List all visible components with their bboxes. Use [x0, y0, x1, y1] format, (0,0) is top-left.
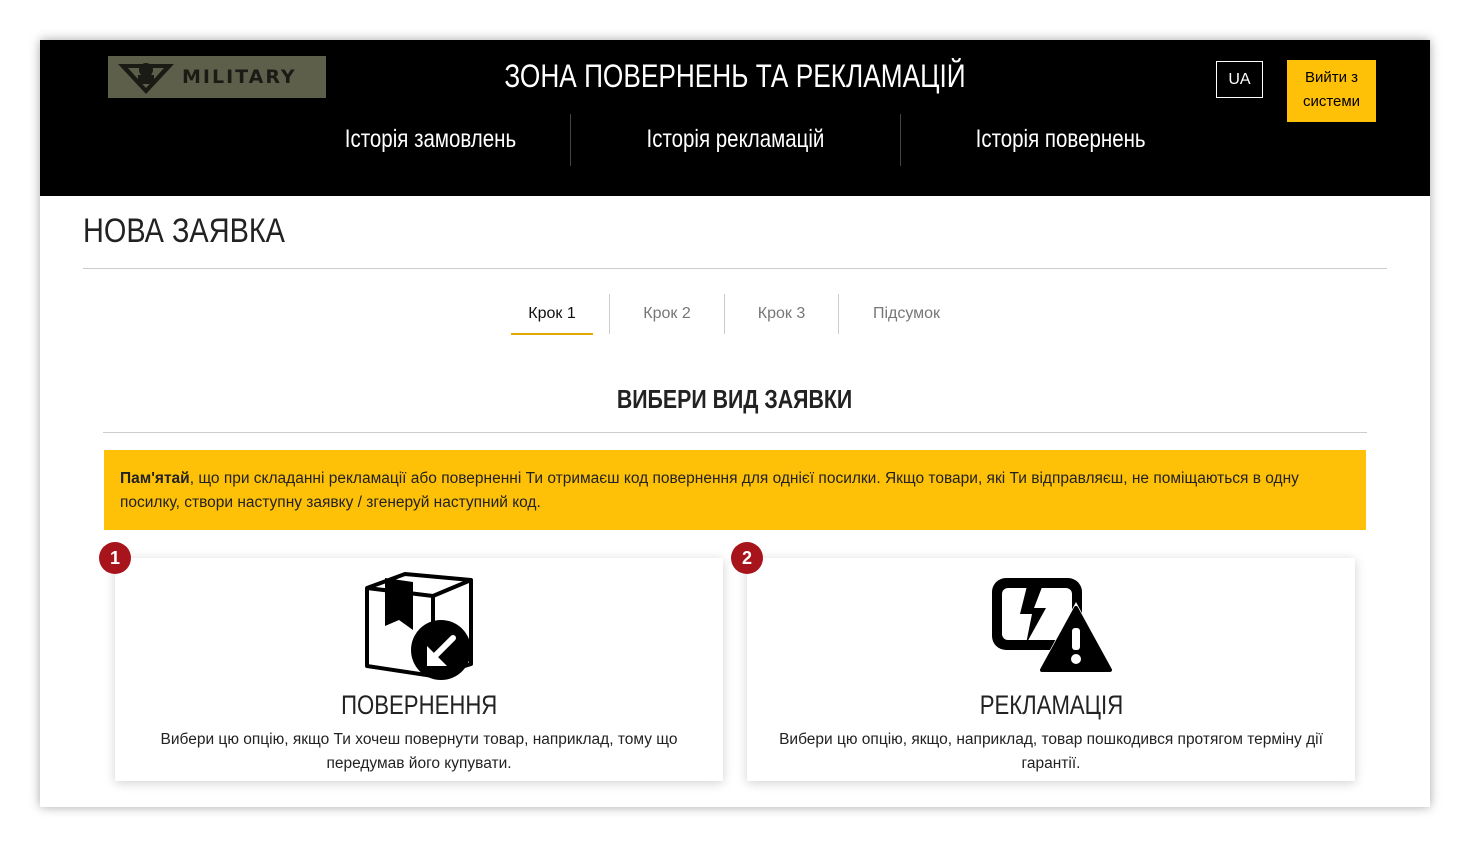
divider: [83, 268, 1387, 269]
section-title: ВИБЕРИ ВИД ЗАЯВКИ: [40, 384, 1430, 415]
card-description: Вибери цю опцію, якщо Ти хочеш повернути…: [160, 731, 678, 772]
page-title: НОВА ЗАЯВКА: [83, 212, 285, 250]
option-card-complaint[interactable]: РЕКЛАМАЦІЯ Вибери цю опцію, якщо, наприк…: [747, 558, 1355, 781]
card-title: ПОВЕРНЕННЯ: [115, 690, 723, 721]
section-title-text: ВИБЕРИ ВИД ЗАЯВКИ: [617, 384, 853, 414]
nav-item-label: Історія повернень: [976, 124, 1146, 153]
card-title: РЕКЛАМАЦІЯ: [747, 690, 1355, 721]
card-icon-wrap: [747, 572, 1355, 676]
nav-item-order-history[interactable]: Історія замовлень: [290, 112, 570, 166]
site-title: ЗОНА ПОВЕРНЕНЬ ТА РЕКЛАМАЦІЙ: [504, 58, 966, 94]
option-badge-1: 1: [99, 542, 131, 574]
card-icon-wrap: [115, 572, 723, 682]
option-card-return[interactable]: ПОВЕРНЕННЯ Вибери цю опцію, якщо Ти хоче…: [115, 558, 723, 781]
box-return-icon: [365, 572, 473, 680]
nav-item-complaint-history[interactable]: Історія рекламацій: [571, 112, 900, 166]
card-description: Вибери цю опцію, якщо, наприклад, товар …: [779, 731, 1323, 772]
notice-text: , що при складанні рекламації або поверн…: [120, 470, 1299, 511]
app-frame: MILITARY ЗОНА ПОВЕРНЕНЬ ТА РЕКЛАМАЦІЙ UA…: [40, 40, 1430, 807]
notice-bold: Пам'ятай: [120, 470, 190, 487]
card-title-text: РЕКЛАМАЦІЯ: [979, 690, 1123, 720]
tab-step-1[interactable]: Крок 1: [511, 294, 593, 335]
broken-device-warning-icon: [992, 578, 1114, 672]
tab-summary[interactable]: Підсумок: [839, 294, 974, 334]
language-button[interactable]: UA: [1216, 61, 1263, 98]
notice-banner: Пам'ятай, що при складанні рекламації аб…: [104, 450, 1366, 530]
divider: [103, 432, 1367, 433]
nav-item-return-history[interactable]: Історія повернень: [901, 112, 1221, 166]
card-title-text: ПОВЕРНЕННЯ: [340, 690, 498, 720]
main-nav: Історія замовлень Історія рекламацій Іст…: [40, 112, 1430, 168]
nav-item-label: Історія замовлень: [344, 124, 516, 153]
option-badge-2: 2: [731, 542, 763, 574]
nav-item-label: Історія рекламацій: [646, 124, 825, 153]
tab-step-2[interactable]: Крок 2: [610, 294, 724, 334]
tab-step-3[interactable]: Крок 3: [725, 294, 838, 334]
step-tabs: Крок 1 Крок 2 Крок 3 Підсумок: [40, 294, 1430, 336]
header: MILITARY ЗОНА ПОВЕРНЕНЬ ТА РЕКЛАМАЦІЙ UA…: [40, 40, 1430, 196]
